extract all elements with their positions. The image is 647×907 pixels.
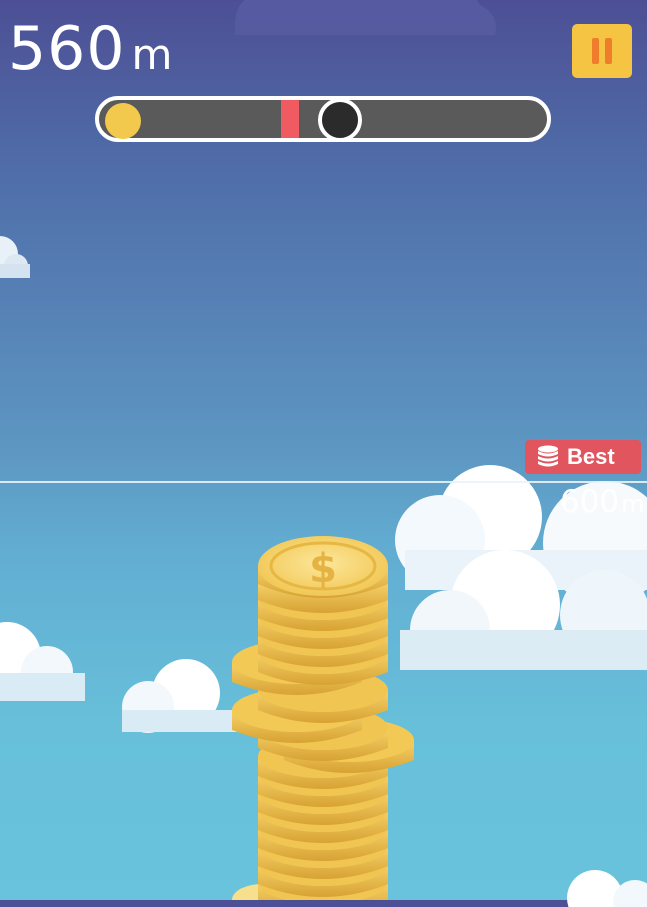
- game-scene[interactable]: 560 m Best 600m $: [0, 0, 647, 907]
- svg-text:$: $: [309, 546, 337, 592]
- coin-tower[interactable]: $: [0, 0, 647, 900]
- coin-stack-upper: $: [258, 536, 388, 685]
- dollar-coin-icon: $: [258, 536, 388, 598]
